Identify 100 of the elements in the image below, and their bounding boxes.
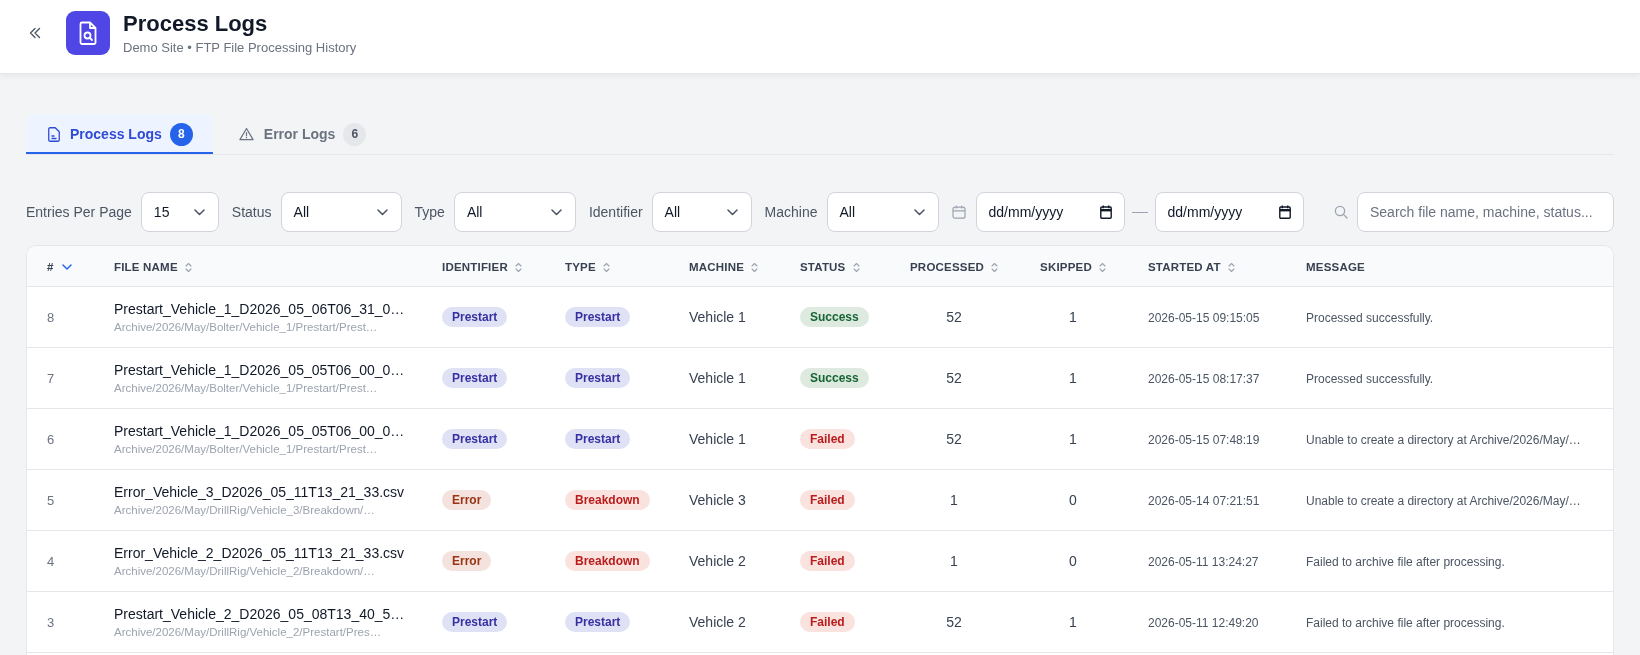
filter-dropdown[interactable]: All (280, 192, 402, 232)
log-message: Processed successfully. (1306, 311, 1434, 325)
processed-count: 1 (950, 553, 958, 569)
identifier-badge: Error (442, 490, 492, 510)
processed-count: 1 (950, 492, 958, 508)
file-name: Prestart_Vehicle_1_D2026_05_06T06_31_0… (114, 299, 405, 318)
tab[interactable]: Error Logs 6 (216, 114, 387, 154)
log-message: Unable to create a directory at Archive/2026/May/… (1306, 494, 1581, 508)
skipped-count: 1 (1069, 370, 1077, 386)
started-at-time: 2026-05-11 12:49:20 (1148, 616, 1259, 630)
filter-dropdown[interactable]: All (453, 192, 576, 232)
filter-dropdown[interactable]: 15 (140, 192, 219, 232)
filter-label: Machine (764, 204, 818, 220)
status-badge: Failed (800, 429, 855, 449)
date-field[interactable]: dd/mm/yyyy (1154, 192, 1304, 232)
type-badge: Prestart (565, 307, 631, 327)
status-badge: Success (800, 307, 869, 327)
skipped-count: 1 (1069, 309, 1077, 325)
column-header[interactable]: MACHINE (689, 261, 759, 273)
chevron-down-icon (913, 208, 925, 216)
log-message: Unable to create a directory at Archive/2026/May/… (1306, 433, 1581, 447)
calendar-icon (951, 205, 966, 219)
tab[interactable]: Process Logs 8 (26, 114, 213, 154)
chevron-down-icon (726, 208, 738, 216)
count-badge: 8 (169, 122, 193, 146)
file-name: Prestart_Vehicle_1_D2026_05_05T06_00_0… (114, 421, 405, 440)
row-number: 5 (47, 493, 55, 508)
skipped-count: 1 (1069, 614, 1077, 630)
page-title: Process Logs (123, 11, 269, 37)
started-at-time: 2026-05-14 07:21:51 (1148, 494, 1260, 508)
processed-count: 52 (946, 614, 962, 630)
double-chevron-left-icon[interactable] (28, 26, 42, 40)
filter-label: Entries Per Page (26, 204, 132, 220)
column-header[interactable]: FILE NAME (114, 261, 192, 273)
type-badge: Prestart (565, 429, 631, 449)
document-icon (48, 126, 60, 142)
column-header[interactable]: IDENTIFIER (442, 261, 522, 273)
file-name: Prestart_Vehicle_2_D2026_05_08T13_40_5… (114, 604, 405, 623)
calendar-icon[interactable] (1278, 205, 1291, 219)
chevron-down-icon (376, 208, 388, 216)
sort-icon (1098, 261, 1106, 273)
started-at-time: 2026-05-15 07:48:19 (1148, 433, 1260, 447)
sort-icon (184, 261, 192, 273)
row-number: 7 (47, 371, 55, 386)
sort-icon (514, 261, 522, 273)
document-search-icon (66, 11, 110, 55)
column-header[interactable]: STATUS (800, 261, 860, 273)
column-header[interactable]: PROCESSED (910, 261, 998, 273)
file-name: Error_Vehicle_3_D2026_05_11T13_21_33.csv (114, 482, 405, 501)
warning-icon (238, 127, 254, 141)
machine-name: Vehicle 1 (689, 370, 746, 386)
processed-count: 52 (946, 370, 962, 386)
count-badge: 6 (343, 122, 367, 146)
file-path: Archive/2026/May/Bolter/Vehicle_1/Prestart/Prest… (114, 441, 378, 457)
row-number: 8 (47, 310, 55, 325)
search-icon (1334, 205, 1348, 219)
type-badge: Breakdown (565, 551, 650, 571)
started-at-time: 2026-05-11 13:24:27 (1148, 555, 1259, 569)
column-header: MESSAGE (1306, 261, 1365, 273)
machine-name: Vehicle 2 (689, 614, 746, 630)
file-path: Archive/2026/May/DrillRig/Vehicle_3/Breakdown/… (114, 502, 375, 518)
file-path: Archive/2026/May/Bolter/Vehicle_1/Prestart/Prest… (114, 380, 378, 396)
machine-name: Vehicle 1 (689, 431, 746, 447)
skipped-count: 1 (1069, 431, 1077, 447)
filter-label: Identifier (588, 204, 643, 220)
date-field[interactable]: dd/mm/yyyy (975, 192, 1125, 232)
status-badge: Failed (800, 490, 855, 510)
chevron-down-icon (550, 208, 562, 216)
machine-name: Vehicle 2 (689, 553, 746, 569)
sort-icon (852, 261, 860, 273)
filter-dropdown[interactable]: All (651, 192, 752, 232)
chevron-down-icon (193, 208, 205, 216)
calendar-icon[interactable] (1099, 205, 1112, 219)
column-header[interactable]: TYPE (565, 261, 610, 273)
row-number: 4 (47, 554, 55, 569)
row-number: 3 (47, 615, 55, 630)
sort-icon (751, 261, 759, 273)
type-badge: Prestart (565, 368, 631, 388)
log-message: Failed to archive file after processing. (1306, 616, 1505, 630)
column-header[interactable]: STARTED AT (1148, 261, 1235, 273)
machine-name: Vehicle 3 (689, 492, 746, 508)
log-message: Processed successfully. (1306, 372, 1434, 386)
started-at-time: 2026-05-15 09:15:05 (1148, 311, 1260, 325)
skipped-count: 0 (1069, 492, 1077, 508)
identifier-badge: Prestart (442, 368, 508, 388)
machine-name: Vehicle 1 (689, 309, 746, 325)
file-path: Archive/2026/May/DrillRig/Vehicle_2/Prestart/Pres… (114, 624, 382, 640)
processed-count: 52 (946, 431, 962, 447)
column-header[interactable]: # (47, 261, 72, 273)
identifier-badge: Error (442, 551, 492, 571)
column-header[interactable]: SKIPPED (1040, 261, 1106, 273)
row-number: 6 (47, 432, 55, 447)
log-message: Failed to archive file after processing. (1306, 555, 1505, 569)
search-field[interactable]: Search file name, machine, status... (1357, 192, 1614, 232)
skipped-count: 0 (1069, 553, 1077, 569)
identifier-badge: Prestart (442, 307, 508, 327)
processed-count: 52 (946, 309, 962, 325)
page-subtitle: Demo Site • FTP File Processing History (123, 40, 357, 56)
identifier-badge: Prestart (442, 429, 508, 449)
filter-dropdown[interactable]: All (826, 192, 939, 232)
